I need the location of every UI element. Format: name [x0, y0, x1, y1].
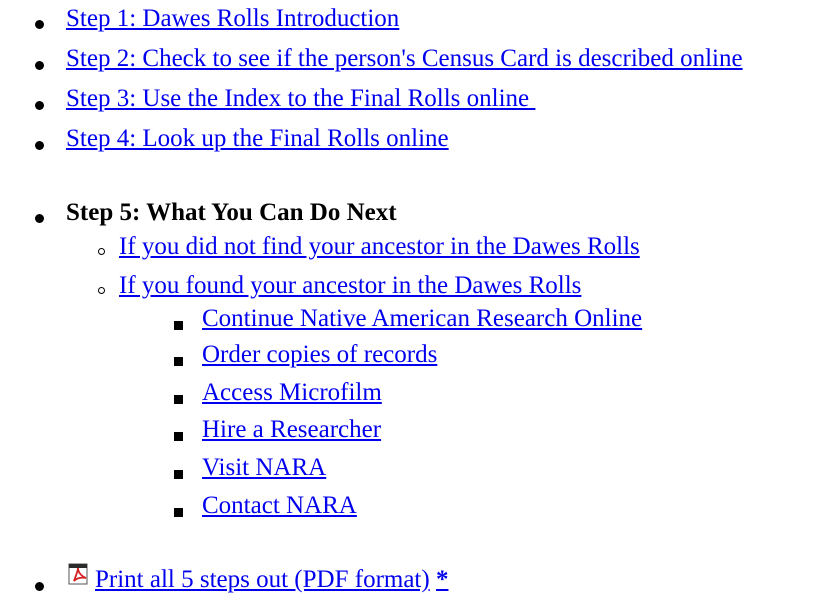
pdf-icon[interactable]	[68, 563, 90, 592]
step-2-item: Step 2: Check to see if the person's Cen…	[66, 44, 743, 74]
found-option-item: Hire a Researcher	[202, 415, 381, 445]
bullet	[35, 141, 44, 150]
found-option-item: Order copies of records	[202, 340, 437, 370]
bullet	[174, 432, 183, 441]
step-4-item: Step 4: Look up the Final Rolls online	[66, 124, 449, 154]
bullet	[174, 395, 183, 404]
step-5-sub-not-found: If you did not find your ancestor in the…	[119, 232, 640, 262]
print-pdf-link[interactable]: Print all 5 steps out (PDF format)	[95, 566, 430, 593]
bullet	[35, 582, 44, 591]
bullet	[35, 61, 44, 70]
found-link[interactable]: If you found your ancestor in the Dawes …	[119, 272, 581, 299]
step-5-sub-found: If you found your ancestor in the Dawes …	[119, 271, 581, 301]
access-microfilm-link[interactable]: Access Microfilm	[202, 379, 382, 406]
visit-nara-link[interactable]: Visit NARA	[202, 454, 326, 481]
step-1-link[interactable]: Step 1: Dawes Rolls Introduction	[66, 5, 399, 32]
continue-research-link[interactable]: Continue Native American Research Online	[202, 305, 642, 332]
step-3-link[interactable]: Step 3: Use the Index to the Final Rolls…	[66, 85, 535, 112]
bullet	[174, 470, 183, 479]
found-option-item: Visit NARA	[202, 453, 326, 483]
order-copies-link[interactable]: Order copies of records	[202, 341, 437, 368]
bullet	[174, 508, 183, 517]
step-5-heading: Step 5: What You Can Do Next	[66, 199, 397, 226]
step-2-link[interactable]: Step 2: Check to see if the person's Cen…	[66, 45, 743, 72]
found-option-item: Contact NARA	[202, 491, 357, 521]
bullet	[174, 321, 183, 330]
bullet	[35, 20, 44, 29]
footnote-link[interactable]: *	[436, 566, 449, 593]
bullet	[35, 214, 44, 223]
print-item: Print all 5 steps out (PDF format) *	[95, 565, 448, 595]
step-3-item: Step 3: Use the Index to the Final Rolls…	[66, 84, 535, 114]
bullet	[98, 248, 105, 255]
bullet	[98, 287, 105, 294]
step-1-item: Step 1: Dawes Rolls Introduction	[66, 4, 399, 34]
contact-nara-link[interactable]: Contact NARA	[202, 492, 357, 519]
found-option-item: Access Microfilm	[202, 378, 382, 408]
bullet	[174, 357, 183, 366]
bullet	[35, 101, 44, 110]
step-4-link[interactable]: Step 4: Look up the Final Rolls online	[66, 125, 449, 152]
not-found-link[interactable]: If you did not find your ancestor in the…	[119, 233, 640, 260]
found-option-item: Continue Native American Research Online	[202, 304, 642, 334]
hire-researcher-link[interactable]: Hire a Researcher	[202, 416, 381, 443]
